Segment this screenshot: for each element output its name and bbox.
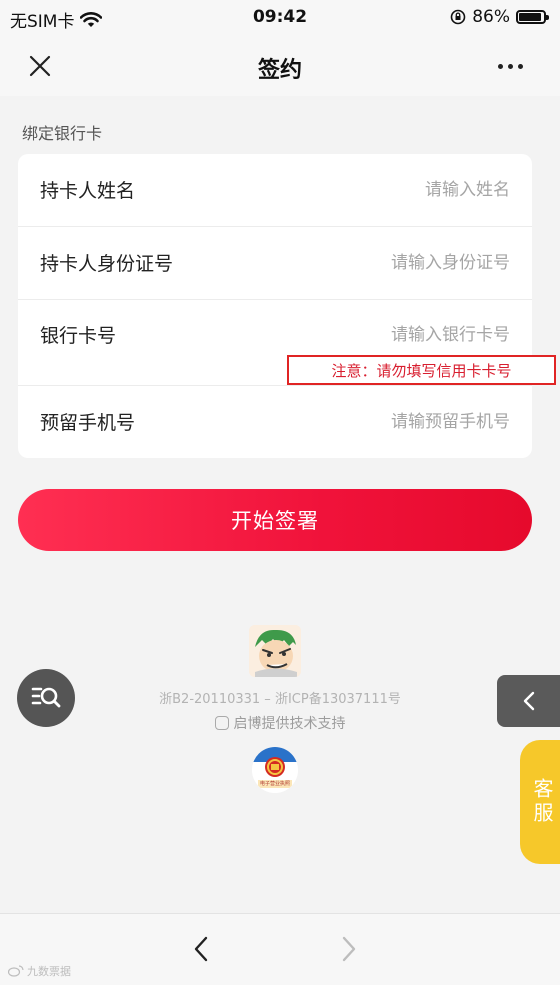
form-row-id: 持卡人身份证号 bbox=[18, 226, 532, 299]
status-right: 86% bbox=[450, 7, 549, 27]
watermark-text: 九数票据 bbox=[27, 965, 71, 978]
powered-by-text: 启博提供技术支持 bbox=[233, 716, 346, 732]
status-bar: 无SIM卡 09:42 86% bbox=[0, 0, 560, 36]
search-list-icon bbox=[31, 687, 61, 708]
field-label-id: 持卡人身份证号 bbox=[40, 253, 174, 275]
more-button[interactable] bbox=[490, 50, 530, 82]
start-signing-button[interactable]: 开始签署 bbox=[18, 489, 532, 551]
weibo-icon bbox=[8, 965, 24, 977]
side-collapse-button[interactable] bbox=[497, 675, 560, 727]
store-avatar bbox=[249, 625, 301, 677]
powered-by: 启博提供技术支持 bbox=[0, 713, 560, 733]
browser-bottom-bar bbox=[0, 913, 560, 985]
page-title: 签约 bbox=[257, 58, 302, 83]
customer-service-tab[interactable]: 客服 bbox=[520, 740, 560, 864]
browser-forward-button[interactable] bbox=[334, 932, 364, 966]
more-dot-icon bbox=[497, 63, 503, 69]
form-row-name: 持卡人姓名 bbox=[18, 154, 532, 226]
id-number-input[interactable] bbox=[250, 253, 510, 273]
section-label: 绑定银行卡 bbox=[22, 124, 103, 143]
battery-icon bbox=[516, 10, 549, 24]
nav-bar: 签约 bbox=[0, 36, 560, 96]
battery-percent: 86% bbox=[472, 7, 510, 27]
form-row-phone: 预留手机号 bbox=[18, 386, 532, 458]
emblem-caption: 电子营业执照 bbox=[259, 781, 290, 787]
avatar-image bbox=[249, 625, 301, 677]
field-label-name: 持卡人姓名 bbox=[40, 180, 136, 202]
business-license-badge[interactable]: 电子营业执照 bbox=[252, 747, 298, 793]
phone-input[interactable] bbox=[250, 412, 510, 432]
license-text: 浙B2-20110331 – 浙ICP备13037111号 bbox=[159, 692, 401, 707]
bank-card-form: 持卡人姓名 持卡人身份证号 银行卡号 预留手机号 bbox=[18, 154, 532, 458]
watermark: 九数票据 bbox=[8, 963, 71, 979]
field-label-card: 银行卡号 bbox=[40, 325, 117, 347]
name-input[interactable] bbox=[250, 180, 510, 200]
credit-card-notice: 注意：请勿填写信用卡卡号 bbox=[287, 355, 556, 385]
more-dot-icon bbox=[517, 63, 523, 69]
field-label-phone: 预留手机号 bbox=[40, 412, 136, 434]
chevron-left-icon bbox=[194, 936, 208, 962]
customer-service-label: 客服 bbox=[530, 778, 554, 826]
qibo-logo-icon bbox=[214, 716, 229, 730]
orientation-lock-icon bbox=[450, 9, 466, 25]
chevron-right-icon bbox=[342, 936, 356, 962]
browser-back-button[interactable] bbox=[186, 932, 216, 966]
chevron-left-icon bbox=[523, 691, 534, 711]
more-dot-icon bbox=[507, 63, 513, 69]
card-number-input[interactable] bbox=[250, 325, 510, 345]
search-list-button[interactable] bbox=[17, 669, 75, 727]
